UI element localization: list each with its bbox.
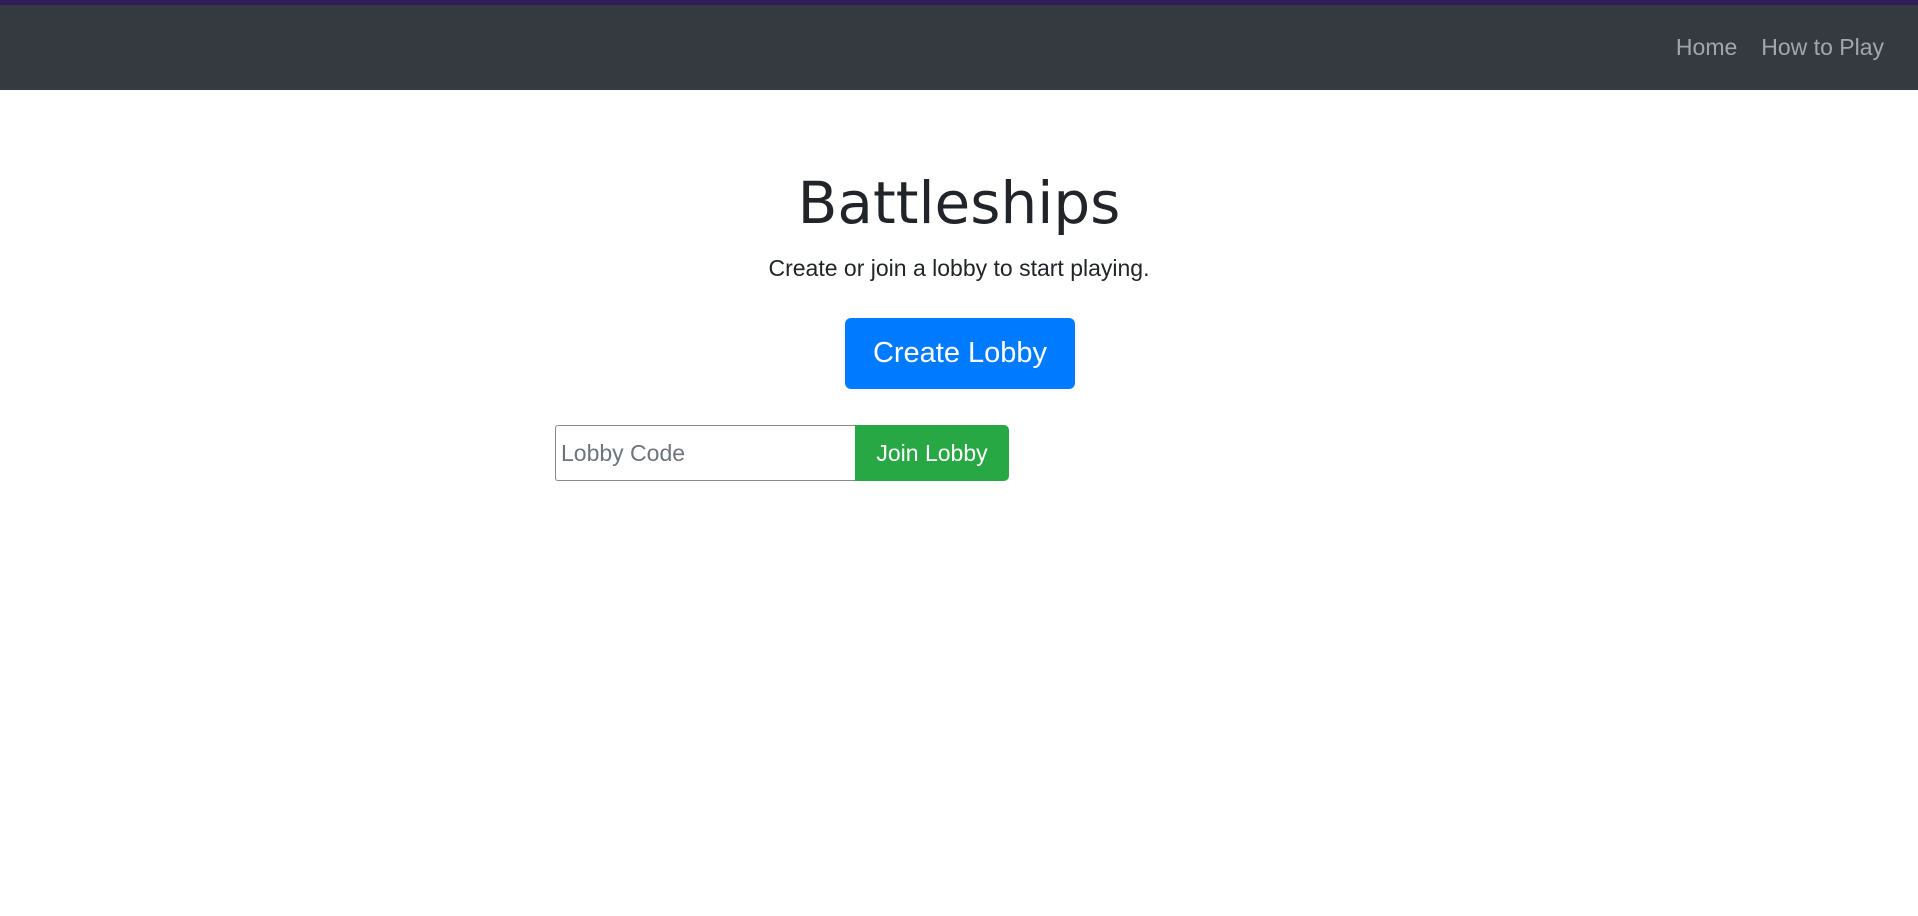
page-subtitle: Create or join a lobby to start playing. bbox=[768, 255, 1150, 281]
join-lobby-button[interactable]: Join Lobby bbox=[855, 425, 1009, 481]
nav-links: Home How to Play bbox=[1676, 5, 1884, 90]
nav-link-how-to-play[interactable]: How to Play bbox=[1761, 34, 1884, 61]
create-lobby-button[interactable]: Create Lobby bbox=[845, 318, 1075, 389]
main-content: Battleships Create or join a lobby to st… bbox=[0, 90, 1918, 282]
join-lobby-group: Join Lobby bbox=[555, 425, 1009, 481]
nav-link-home[interactable]: Home bbox=[1676, 34, 1737, 61]
navbar: Home How to Play bbox=[0, 5, 1918, 90]
page-title: Battleships bbox=[797, 169, 1121, 237]
lobby-code-input[interactable] bbox=[555, 425, 855, 481]
